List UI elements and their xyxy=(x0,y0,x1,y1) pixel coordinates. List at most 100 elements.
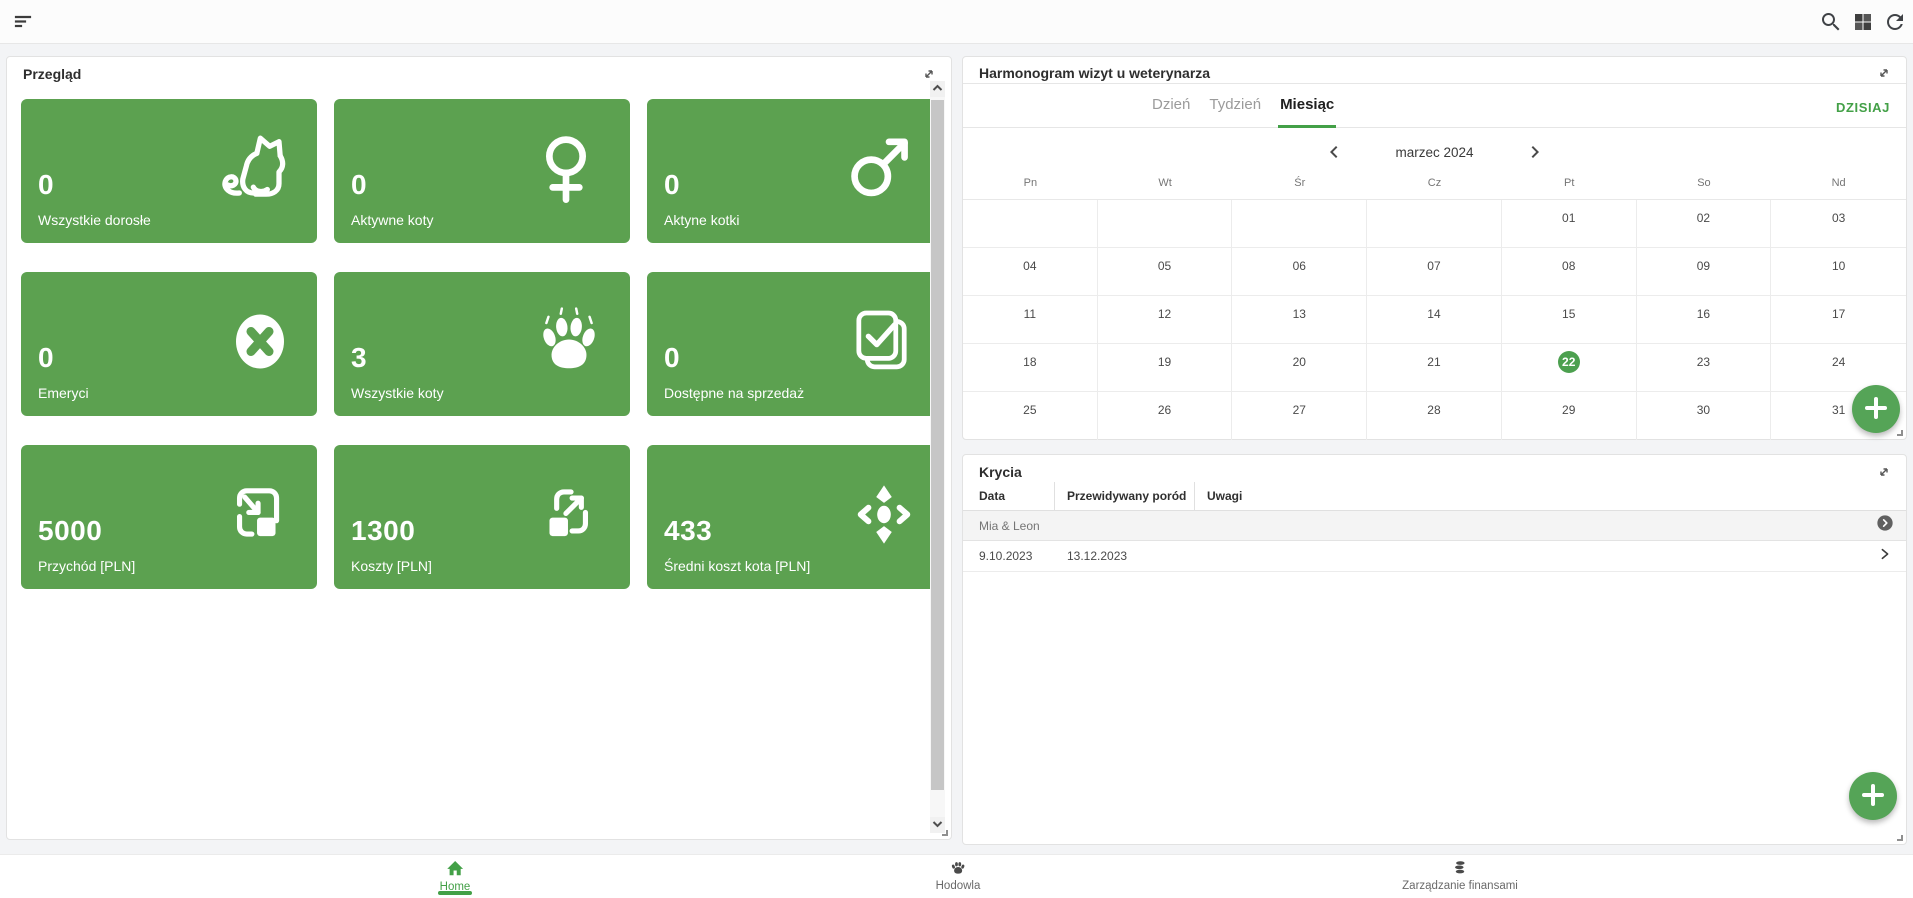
calendar-cell[interactable]: 12 xyxy=(1098,296,1233,344)
today-button[interactable]: DZISIAJ xyxy=(1836,94,1890,120)
tab-dzien[interactable]: Dzień xyxy=(1150,84,1192,128)
calendar-cell[interactable]: 13 xyxy=(1232,296,1367,344)
dow-label: Wt xyxy=(1098,177,1233,199)
calendar-cell[interactable]: 29 xyxy=(1502,392,1637,440)
apps-grid-button[interactable] xyxy=(1851,10,1875,34)
calendar-cell[interactable] xyxy=(1232,200,1367,248)
tile-aktyne-kotki[interactable]: 0 Aktyne kotki xyxy=(647,99,943,243)
calendar-cell[interactable]: 17 xyxy=(1771,296,1906,344)
tile-value: 1300 xyxy=(351,515,415,547)
calendar-cell[interactable] xyxy=(963,200,1098,248)
tile-przychod[interactable]: 5000 Przychód [PLN] xyxy=(21,445,317,589)
search-button[interactable] xyxy=(1819,10,1843,34)
calendar-cell[interactable]: 30 xyxy=(1637,392,1772,440)
vet-schedule-header: Harmonogram wizyt u weterynarza xyxy=(963,57,1906,84)
scrollbar-up-button[interactable] xyxy=(930,81,945,97)
overview-panel-title: Przegląd xyxy=(23,60,81,82)
tab-miesiac[interactable]: Miesiąc xyxy=(1278,84,1336,128)
scrollbar-thumb[interactable] xyxy=(931,100,944,790)
calendar-cell[interactable]: 26 xyxy=(1098,392,1233,440)
calendar-cell[interactable]: 23 xyxy=(1637,344,1772,392)
matings-expand-button[interactable] xyxy=(1876,464,1892,480)
calendar-cell[interactable]: 28 xyxy=(1367,392,1502,440)
vet-schedule-title: Harmonogram wizyt u weterynarza xyxy=(979,59,1210,81)
dow-label: Śr xyxy=(1232,177,1367,199)
collapse-circle-icon[interactable] xyxy=(1876,514,1894,537)
calendar-cell[interactable]: 20 xyxy=(1232,344,1367,392)
calendar-grid: 01 02 03 04 05 06 07 08 09 10 11 12 13 1… xyxy=(963,199,1906,440)
calendar-cell[interactable]: 06 xyxy=(1232,248,1367,296)
matings-table-row[interactable]: 9.10.2023 13.12.2023 xyxy=(963,541,1906,572)
today-badge: 22 xyxy=(1558,351,1580,373)
calendar-cell[interactable]: 25 xyxy=(963,392,1098,440)
tile-wszystkie-dorosle[interactable]: 0 Wszystkie dorosłe xyxy=(21,99,317,243)
expand-icon xyxy=(1876,69,1892,84)
tile-label: Aktywne koty xyxy=(351,212,433,228)
calendar-cell[interactable]: 19 xyxy=(1098,344,1233,392)
calendar-cell[interactable] xyxy=(1098,200,1233,248)
calendar-cell[interactable]: 21 xyxy=(1367,344,1502,392)
calendar-cell[interactable]: 27 xyxy=(1232,392,1367,440)
calendar-cell[interactable]: 08 xyxy=(1502,248,1637,296)
calendar-cell[interactable]: 05 xyxy=(1098,248,1233,296)
calendar-cell[interactable]: 09 xyxy=(1637,248,1772,296)
calendar-cell[interactable]: 02 xyxy=(1637,200,1772,248)
nav-item-finanse[interactable]: Zarządzanie finansami xyxy=(1402,860,1518,892)
move-arrows-icon xyxy=(849,480,919,555)
calendar-cell[interactable]: 14 xyxy=(1367,296,1502,344)
day-of-week-headers: Pn Wt Śr Cz Pt So Nd xyxy=(963,177,1906,199)
vet-schedule-panel: Harmonogram wizyt u weterynarza Dzień Ty… xyxy=(962,56,1907,440)
calendar-cell[interactable]: 18 xyxy=(963,344,1098,392)
panel-resize-handle[interactable] xyxy=(1897,835,1903,841)
overview-tiles: 0 Wszystkie dorosłe 0 Aktywne koty xyxy=(21,99,943,589)
add-vet-visit-fab[interactable] xyxy=(1852,385,1900,433)
refresh-button[interactable] xyxy=(1883,10,1907,34)
calendar-view-tabs: Dzień Tydzień Miesiąc DZISIAJ xyxy=(963,84,1906,128)
search-icon xyxy=(1819,22,1843,37)
panel-resize-handle[interactable] xyxy=(1897,430,1903,436)
calendar-cell[interactable]: 10 xyxy=(1771,248,1906,296)
tab-tydzien[interactable]: Tydzień xyxy=(1207,84,1263,128)
tile-value: 5000 xyxy=(38,515,102,547)
sort-icon xyxy=(12,21,36,36)
tile-value: 0 xyxy=(351,169,367,201)
month-label: marzec 2024 xyxy=(1395,145,1473,160)
tile-value: 433 xyxy=(664,515,712,547)
nav-item-hodowla[interactable]: Hodowla xyxy=(936,860,981,892)
dow-label: Nd xyxy=(1771,177,1906,199)
tile-dostepne-na-sprzedaz[interactable]: 0 Dostępne na sprzedaż xyxy=(647,272,943,416)
overview-scrollbar[interactable] xyxy=(930,81,945,833)
tile-label: Wszystkie koty xyxy=(351,385,444,401)
next-month-button[interactable] xyxy=(1522,140,1548,166)
tile-label: Aktyne kotki xyxy=(664,212,739,228)
matings-header: Krycia xyxy=(963,455,1906,482)
calendar-cell[interactable]: 11 xyxy=(963,296,1098,344)
calendar-cell[interactable]: 07 xyxy=(1367,248,1502,296)
dow-label: Cz xyxy=(1367,177,1502,199)
overview-expand-button[interactable] xyxy=(921,66,937,82)
income-icon xyxy=(219,478,293,557)
overview-panel: Przegląd 0 Wszystkie dorosłe 0 xyxy=(6,56,952,840)
tile-wszystkie-koty[interactable]: 3 Wszystkie koty xyxy=(334,272,630,416)
tile-koszty[interactable]: 1300 Koszty [PLN] xyxy=(334,445,630,589)
dow-label: So xyxy=(1637,177,1772,199)
vet-schedule-expand-button[interactable] xyxy=(1876,65,1892,81)
nav-item-home[interactable]: Home xyxy=(440,860,471,893)
calendar-cell[interactable]: 01 xyxy=(1502,200,1637,248)
previous-month-button[interactable] xyxy=(1321,140,1347,166)
tile-sredni-koszt-kota[interactable]: 433 Średni koszt kota [PLN] xyxy=(647,445,943,589)
calendar-cell[interactable]: 04 xyxy=(963,248,1098,296)
calendar-cell-today[interactable]: 22 xyxy=(1502,344,1637,392)
matings-group-row[interactable]: Mia & Leon xyxy=(963,511,1906,541)
home-icon xyxy=(446,860,465,880)
sort-menu-button[interactable] xyxy=(10,8,38,36)
add-mating-fab[interactable] xyxy=(1849,772,1897,820)
panel-resize-handle[interactable] xyxy=(942,830,948,836)
calendar-cell[interactable] xyxy=(1367,200,1502,248)
tile-aktywne-koty[interactable]: 0 Aktywne koty xyxy=(334,99,630,243)
calendar-cell[interactable]: 15 xyxy=(1502,296,1637,344)
calendar-cell[interactable]: 24 xyxy=(1771,344,1906,392)
tile-emeryci[interactable]: 0 Emeryci xyxy=(21,272,317,416)
calendar-cell[interactable]: 16 xyxy=(1637,296,1772,344)
calendar-cell[interactable]: 03 xyxy=(1771,200,1906,248)
